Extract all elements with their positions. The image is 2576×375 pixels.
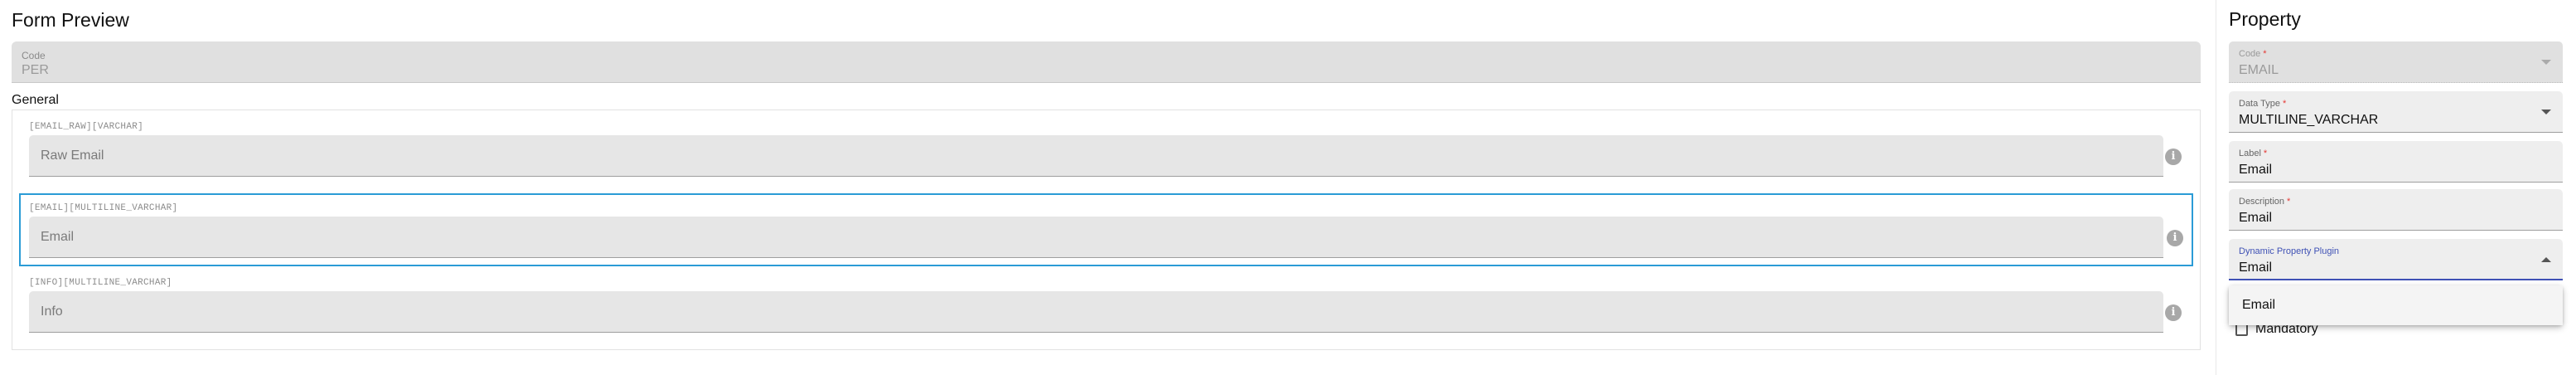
info-icon[interactable]: i <box>2167 230 2183 246</box>
property-code-label: Code * <box>2239 49 2267 59</box>
data-type-select[interactable]: Data Type * MULTILINE_VARCHAR <box>2229 91 2563 133</box>
row-property-tag: [EMAIL][MULTILINE_VARCHAR] <box>29 203 178 213</box>
property-code-value: EMAIL <box>2239 63 2279 77</box>
section-title-general: General <box>12 93 59 107</box>
plugin-dropdown-menu: Email <box>2229 285 2563 325</box>
chevron-down-icon <box>2541 60 2551 65</box>
info-placeholder: Info <box>41 304 63 319</box>
raw-email-placeholder: Raw Email <box>41 149 104 163</box>
chevron-up-icon[interactable] <box>2541 257 2551 262</box>
label-field-label: Label * <box>2239 149 2268 158</box>
row-property-tag: [INFO][MULTILINE_VARCHAR] <box>29 278 172 288</box>
email-input[interactable]: Email <box>29 217 2163 258</box>
label-field-value: Email <box>2239 163 2273 177</box>
description-label: Description * <box>2239 197 2291 207</box>
info-input[interactable]: Info <box>29 291 2163 333</box>
label-input[interactable]: Label * Email <box>2229 141 2563 183</box>
chevron-down-icon[interactable] <box>2541 110 2551 114</box>
property-panel: Property Code * EMAIL Data Type * MULTILIN… <box>2217 0 2576 375</box>
description-value: Email <box>2239 211 2273 225</box>
property-code-select: Code * EMAIL <box>2229 41 2563 83</box>
data-type-label: Data Type * <box>2239 99 2287 109</box>
section-general: [EMAIL_RAW][VARCHAR] Raw Email i [EMAIL]… <box>12 110 2201 350</box>
app-root: Form Preview Code PER General [EMAIL_RAW… <box>0 0 2576 375</box>
form-preview-panel: Form Preview Code PER General [EMAIL_RAW… <box>0 0 2212 375</box>
checkbox-icon[interactable] <box>2235 324 2248 336</box>
form-row-email-raw[interactable]: [EMAIL_RAW][VARCHAR] Raw Email i <box>21 114 2190 187</box>
info-icon[interactable]: i <box>2165 149 2182 165</box>
form-row-info[interactable]: [INFO][MULTILINE_VARCHAR] Info i <box>21 270 2190 343</box>
plugin-label: Dynamic Property Plugin <box>2239 246 2340 256</box>
description-input[interactable]: Description * Email <box>2229 189 2563 231</box>
form-preview-title: Form Preview <box>12 9 129 31</box>
dropdown-option-email[interactable]: Email <box>2229 285 2563 325</box>
preview-code-field: Code PER <box>12 41 2201 83</box>
info-icon[interactable]: i <box>2165 304 2182 321</box>
form-row-email[interactable]: [EMAIL][MULTILINE_VARCHAR] Email i <box>19 193 2193 266</box>
plugin-value: Email <box>2239 261 2273 275</box>
preview-code-value: PER <box>22 63 49 77</box>
row-property-tag: [EMAIL_RAW][VARCHAR] <box>29 122 144 132</box>
data-type-value: MULTILINE_VARCHAR <box>2239 113 2379 127</box>
raw-email-input[interactable]: Raw Email <box>29 135 2163 177</box>
email-placeholder: Email <box>41 230 75 244</box>
preview-code-label: Code <box>22 50 46 61</box>
dynamic-property-plugin-select[interactable]: Dynamic Property Plugin Email <box>2229 239 2563 280</box>
property-title: Property <box>2229 8 2301 30</box>
